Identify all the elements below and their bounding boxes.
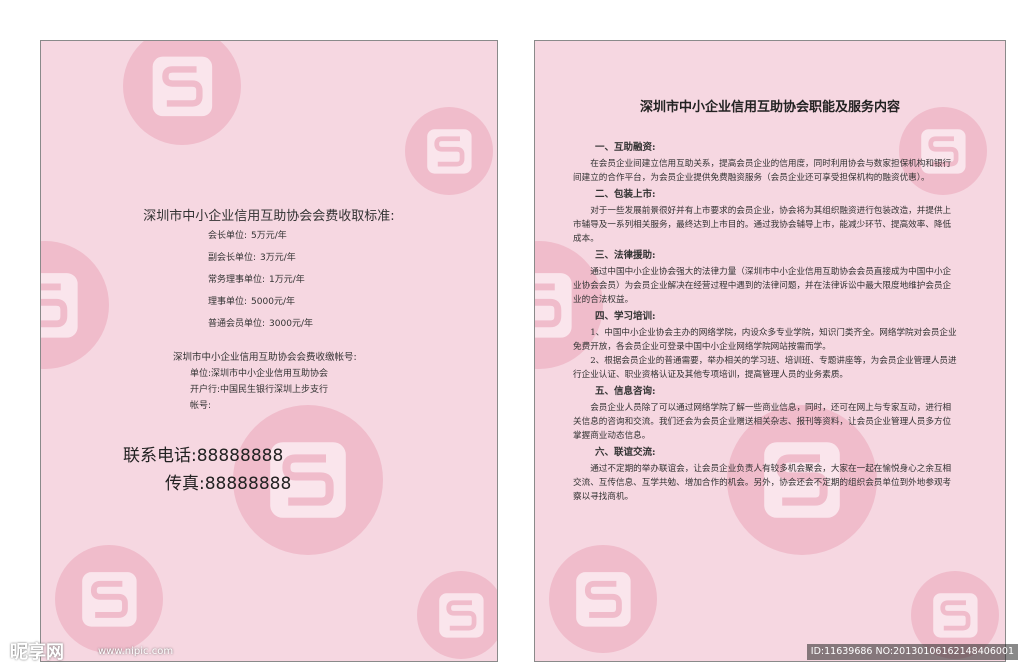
section-heading: 一、互助融资: [595, 142, 656, 153]
fee-item: 普通会员单位: 3000元/年 [208, 319, 313, 329]
section-listing: 二、包装上市: 对于一些发展前景很好并有上市要求的会员企业，协会将为其组织融资进… [573, 188, 957, 246]
section-heading: 三、法律援助: [595, 250, 656, 261]
section-training: 四、学习培训: 1、中国中小企业协会主办的网络学院，内设众多专业学院，知识门类齐… [573, 310, 957, 382]
section-heading: 四、学习培训: [595, 311, 656, 322]
section-heading: 六、联谊交流: [595, 447, 656, 458]
left-page: 深圳市中小企业信用互助协会会费收取标准: 会长单位: 5万元/年 副会长单位: 3万… [40, 40, 498, 662]
fee-standard-title: 深圳市中小企业信用互助协会会费收取标准: [143, 209, 395, 224]
fee-item: 常务理事单位: 1万元/年 [208, 275, 305, 285]
site-watermark-logo: 昵享网 [10, 642, 64, 663]
section-paragraph: 1、中国中小企业协会主办的网络学院，内设众多专业学院，知识门类齐全。网络学院对会… [573, 328, 957, 352]
fee-item: 会长单位: 5万元/年 [208, 231, 287, 241]
services-title: 深圳市中小企业信用互助协会职能及服务内容 [639, 100, 900, 115]
section-paragraph: 对于一些发展前景很好并有上市要求的会员企业，协会将为其组织融资进行包装改造，并提… [573, 206, 952, 244]
section-paragraph: 通过中国中小企业协会强大的法律力量（深圳市中小企业信用互助协会会员直接成为中国中… [573, 267, 952, 305]
section-financing: 一、互助融资: 在会员企业间建立信用互助关系，提高会员企业的信用度，同时利用协会… [573, 141, 957, 185]
account-item: 帐号: [190, 401, 212, 411]
contact-fax: 传真:88888888 [165, 474, 292, 494]
section-info: 五、信息咨询: 会员企业人员除了可以通过网络学院了解一些商业信息，同时，还可在网… [573, 385, 957, 443]
site-watermark-url: www.nipic.com [98, 646, 174, 657]
right-page: 深圳市中小企业信用互助协会职能及服务内容 一、互助融资: 在会员企业间建立信用互… [534, 40, 1006, 662]
account-item: 单位:深圳市中小企业信用互助协会 [190, 369, 329, 379]
account-list: 单位:深圳市中小企业信用互助协会 开户行:中国民生银行深圳上步支行 帐号: [190, 368, 328, 416]
fee-item: 理事单位: 5000元/年 [208, 297, 295, 307]
account-item: 开户行:中国民生银行深圳上步支行 [190, 385, 329, 395]
section-heading: 五、信息咨询: [595, 386, 656, 397]
services-body: 一、互助融资: 在会员企业间建立信用互助关系，提高会员企业的信用度，同时利用协会… [573, 138, 957, 504]
left-content: 深圳市中小企业信用互助协会会费收取标准: 会长单位: 5万元/年 副会长单位: 3万… [41, 41, 497, 661]
image-id-label: ID:11639686 NO:20130106162148406001 [806, 644, 1018, 660]
fee-list: 会长单位: 5万元/年 副会长单位: 3万元/年 常务理事单位: 1万元/年 理事单位… [208, 229, 313, 339]
section-paragraph: 2、根据会员企业的普通需要，举办相关的学习班、培训班、专题讲座等，为会员企业管理… [573, 356, 957, 380]
section-legal: 三、法律援助: 通过中国中小企业协会强大的法律力量（深圳市中小企业信用互助协会会… [573, 249, 957, 307]
fee-item: 副会长单位: 3万元/年 [208, 253, 296, 263]
section-heading: 二、包装上市: [595, 189, 656, 200]
right-content: 深圳市中小企业信用互助协会职能及服务内容 一、互助融资: 在会员企业间建立信用互… [535, 41, 1005, 661]
account-title: 深圳市中小企业信用互助协会会费收缴帐号: [173, 352, 357, 363]
contact-phone: 联系电话:88888888 [123, 446, 284, 466]
section-paragraph: 会员企业人员除了可以通过网络学院了解一些商业信息，同时，还可在网上与专家互动，进… [573, 403, 952, 441]
section-exchange: 六、联谊交流: 通过不定期的举办联谊会，让会员企业负责人有较多机会聚会，大家在一… [573, 446, 957, 504]
section-paragraph: 通过不定期的举办联谊会，让会员企业负责人有较多机会聚会，大家在一起在愉悦身心之余… [573, 464, 952, 502]
section-paragraph: 在会员企业间建立信用互助关系，提高会员企业的信用度，同时利用协会与数家担保机构和… [573, 159, 952, 183]
